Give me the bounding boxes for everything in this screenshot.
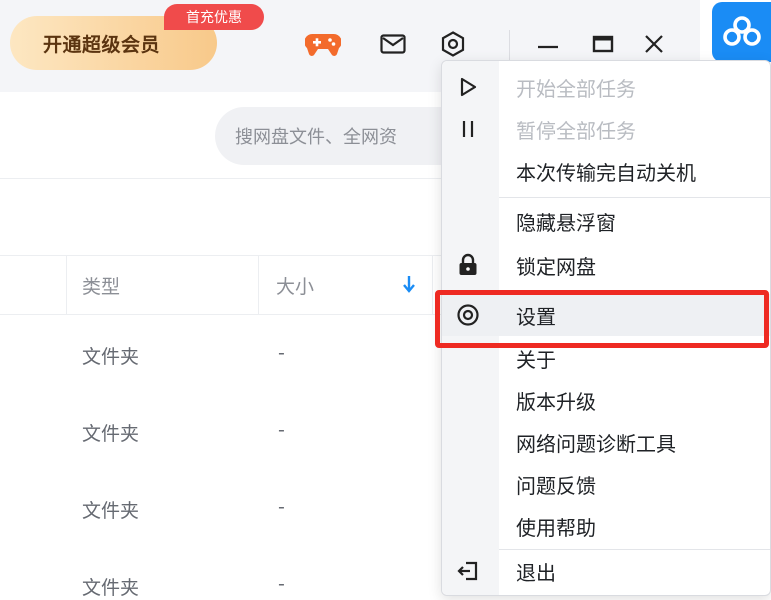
- menu-item-label: 使用帮助: [516, 515, 596, 540]
- play-icon: [456, 75, 480, 99]
- pause-icon: [456, 117, 480, 141]
- menu-item-hide-floating-window[interactable]: 隐藏悬浮窗: [442, 200, 770, 242]
- mail-icon[interactable]: [375, 26, 411, 62]
- menu-item-label: 隐藏悬浮窗: [516, 210, 616, 235]
- menu-item-feedback[interactable]: 问题反馈: [442, 463, 770, 505]
- menu-item-label: 暂停全部任务: [516, 118, 636, 143]
- maximize-icon[interactable]: [585, 26, 621, 62]
- search-placeholder: 搜网盘文件、全网资: [235, 127, 397, 148]
- menu-item-help[interactable]: 使用帮助: [442, 505, 770, 547]
- table-row-size: -: [278, 342, 285, 364]
- column-header-size-label: 大小: [276, 275, 315, 298]
- menu-item-auto-shutdown[interactable]: 本次传输完自动关机: [442, 150, 770, 192]
- menu-item-label: 开始全部任务: [516, 76, 636, 101]
- column-header-type-label: 类型: [82, 275, 121, 298]
- menu-item-label: 退出: [516, 560, 556, 585]
- side-app-icon[interactable]: [712, 2, 771, 62]
- lock-icon: [456, 253, 480, 277]
- column-separator: [258, 256, 259, 314]
- toolbar-separator: [509, 30, 510, 60]
- menu-separator: [499, 197, 770, 198]
- menu-item-label: 问题反馈: [516, 473, 596, 498]
- exit-icon: [456, 559, 480, 583]
- menu-item-network-diagnosis[interactable]: 网络问题诊断工具: [442, 421, 770, 463]
- table-row-type: 文件夹: [82, 346, 140, 368]
- settings-icon[interactable]: [435, 26, 471, 62]
- column-header-type[interactable]: 类型: [82, 256, 120, 314]
- promo-badge: 首充优惠: [164, 4, 264, 30]
- menu-item-pause-all-tasks[interactable]: 暂停全部任务: [442, 108, 770, 150]
- column-separator: [66, 256, 67, 314]
- table-row-type: 文件夹: [82, 423, 140, 445]
- menu-item-lock-netdisk[interactable]: 锁定网盘: [442, 244, 770, 286]
- menu-item-start-all-tasks[interactable]: 开始全部任务: [442, 66, 770, 108]
- close-icon[interactable]: [636, 26, 672, 62]
- column-separator: [432, 256, 433, 314]
- table-row-type: 文件夹: [82, 577, 140, 599]
- menu-item-label: 网络问题诊断工具: [516, 431, 676, 456]
- cloud-logo-icon: [722, 16, 761, 46]
- table-row-size: -: [278, 419, 285, 441]
- table-row-size: -: [278, 573, 285, 595]
- menu-item-label: 本次传输完自动关机: [516, 160, 696, 185]
- vip-button-label: 开通超级会员: [43, 33, 161, 56]
- menu-item-label: 锁定网盘: [516, 254, 596, 279]
- menu-item-exit[interactable]: 退出: [442, 550, 770, 592]
- table-row-size: -: [278, 496, 285, 518]
- minimize-icon[interactable]: [530, 26, 566, 62]
- gamepad-icon[interactable]: [305, 26, 341, 62]
- column-header-size[interactable]: 大小: [276, 256, 314, 314]
- sort-descending-icon[interactable]: [402, 275, 416, 293]
- menu-item-label: 版本升级: [516, 389, 596, 414]
- settings-highlight-box: [435, 290, 769, 348]
- table-row-type: 文件夹: [82, 500, 140, 522]
- search-input[interactable]: 搜网盘文件、全网资: [215, 107, 475, 165]
- menu-item-version-upgrade[interactable]: 版本升级: [442, 379, 770, 421]
